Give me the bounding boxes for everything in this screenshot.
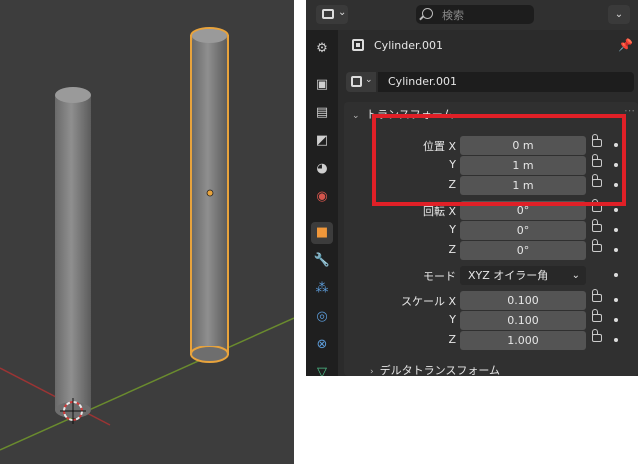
context-object-name: Cylinder.001 (374, 39, 444, 52)
object-name-field: ⌄ Cylinder.001 (346, 72, 634, 92)
scale-y-field[interactable]: 0.100 (460, 311, 586, 330)
tool-icon: ⚙ (316, 41, 328, 56)
tab-object[interactable]: ■ (311, 222, 333, 244)
tab-world[interactable]: ◉ (311, 186, 333, 208)
object-name-input[interactable]: Cylinder.001 (378, 72, 634, 92)
rotation-z-field[interactable]: 0° (460, 241, 586, 260)
tab-data[interactable]: ▽ (311, 362, 333, 376)
rotation-y-label: Y (449, 223, 456, 236)
scale-z-row: Z 1.000 (344, 329, 638, 350)
tab-tool[interactable]: ⚙ (311, 38, 333, 60)
scale-y-label: Y (449, 313, 456, 326)
data-icon: ▽ (317, 365, 327, 376)
viewport-canvas[interactable] (0, 0, 295, 464)
lock-icon[interactable] (592, 329, 602, 342)
tab-view-layer[interactable]: ◩ (311, 130, 333, 152)
rotation-z-row: Z 0° (344, 239, 638, 260)
tab-particles[interactable]: ⁂ (311, 278, 333, 300)
lock-icon[interactable] (592, 309, 602, 322)
tab-modifier[interactable]: 🔧 (311, 250, 333, 272)
lock-icon[interactable] (592, 239, 602, 252)
scene-icon: ◕ (316, 161, 328, 176)
object-browse-button[interactable]: ⌄ (346, 72, 376, 92)
properties-editor-icon (322, 9, 334, 19)
keyframe-dot-icon[interactable] (614, 273, 618, 277)
scale-y-row: Y 0.100 (344, 309, 638, 330)
object-icon (351, 76, 362, 87)
chevron-down-icon: ⌄ (571, 270, 580, 281)
search-input[interactable]: 検索 (416, 5, 534, 24)
output-icon: ▤ (315, 105, 329, 120)
properties-tab-bar: ⚙ ▣ ▤ ◩ ◕ ◉ ■ 🔧 ⁂ ◎ ⊗ ▽ (306, 30, 338, 376)
rotation-mode-value: XYZ オイラー角 (468, 269, 549, 282)
keyframe-dot-icon[interactable] (614, 338, 618, 342)
scale-x-label: スケール X (400, 295, 456, 308)
render-icon: ▣ (315, 77, 329, 92)
modifier-icon: 🔧 (313, 253, 331, 268)
keyframe-dot-icon[interactable] (614, 228, 618, 232)
tab-output[interactable]: ▤ (311, 102, 333, 124)
chevron-down-icon: ⌄ (338, 7, 347, 18)
keyframe-dot-icon[interactable] (614, 248, 618, 252)
tab-render[interactable]: ▣ (311, 74, 333, 96)
search-placeholder: 検索 (442, 9, 464, 22)
pin-icon[interactable]: 📌 (618, 38, 633, 52)
constraints-icon: ⊗ (316, 337, 328, 352)
rotation-mode-label: モード (423, 270, 456, 283)
collapse-triangle-icon: › (370, 367, 374, 376)
editor-type-button[interactable]: ⌄ (316, 5, 348, 24)
scale-z-label: Z (448, 333, 456, 346)
search-icon (422, 8, 433, 19)
rotation-z-label: Z (448, 243, 456, 256)
object-data-icon (352, 39, 364, 51)
y-axis-line (0, 317, 295, 451)
scale-z-field[interactable]: 1.000 (460, 331, 586, 350)
tab-constraints[interactable]: ⊗ (311, 334, 333, 356)
rotation-y-row: Y 0° (344, 219, 638, 240)
object-name-value: Cylinder.001 (388, 75, 458, 88)
cylinder-object[interactable] (55, 87, 91, 418)
delta-transform-title: デルタトランスフォーム (379, 364, 501, 376)
particles-icon: ⁂ (315, 281, 329, 296)
properties-header: ⌄ 検索 ⌄ (306, 0, 638, 30)
delta-transform-panel-header[interactable]: › デルタトランスフォーム (370, 362, 500, 376)
physics-icon: ◎ (316, 309, 328, 324)
chevron-down-icon: ⌄ (365, 75, 373, 85)
object-icon: ■ (315, 225, 329, 240)
tab-physics[interactable]: ◎ (311, 306, 333, 328)
keyframe-dot-icon[interactable] (614, 318, 618, 322)
world-icon: ◉ (316, 189, 328, 204)
expand-triangle-icon: ⌄ (352, 111, 360, 121)
highlight-annotation-box (372, 114, 626, 206)
scale-x-field[interactable]: 0.100 (460, 291, 586, 310)
cylinder-001-object[interactable] (190, 27, 229, 363)
3d-viewport[interactable] (0, 0, 295, 464)
tab-scene[interactable]: ◕ (311, 158, 333, 180)
lock-icon[interactable] (592, 219, 602, 232)
view-layer-icon: ◩ (315, 133, 329, 148)
keyframe-dot-icon[interactable] (614, 208, 618, 212)
context-header: Cylinder.001 📌 (346, 36, 636, 58)
rotation-mode-row: モード XYZ オイラー角 ⌄ (344, 266, 638, 285)
lock-icon[interactable] (592, 289, 602, 302)
options-dropdown-button[interactable]: ⌄ (608, 5, 630, 24)
rotation-y-field[interactable]: 0° (460, 221, 586, 240)
object-origin-dot (206, 189, 214, 197)
keyframe-dot-icon[interactable] (614, 298, 618, 302)
rotation-mode-dropdown[interactable]: XYZ オイラー角 ⌄ (460, 266, 586, 285)
scale-x-row: スケール X 0.100 (344, 289, 638, 310)
